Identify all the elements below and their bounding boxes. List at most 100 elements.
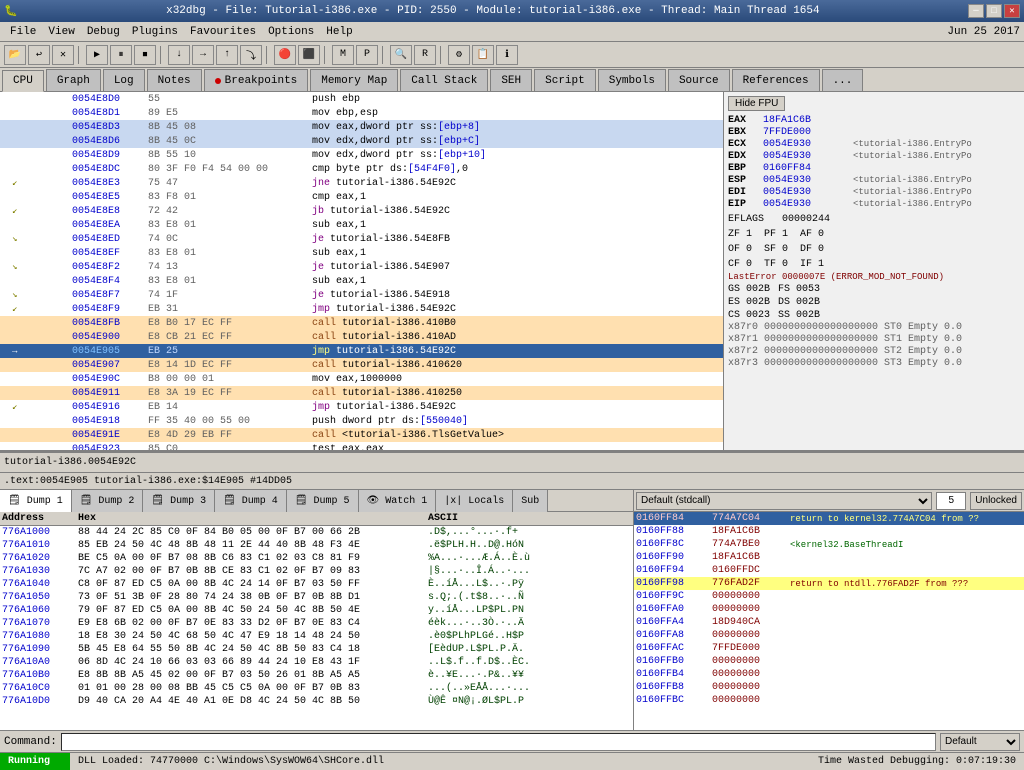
dump-tab-sub[interactable]: Sub: [513, 490, 548, 512]
disasm-row: 0054E900 E8 CB 21 EC FF call tutorial-i3…: [0, 330, 723, 344]
toolbar-step-into[interactable]: ↓: [168, 45, 190, 65]
menu-view[interactable]: View: [42, 24, 80, 40]
toolbar-pause[interactable]: ⏸: [110, 45, 132, 65]
disasm-row: 0054E8EF 83 E8 01 sub eax,1: [0, 246, 723, 260]
toolbar-stop[interactable]: ⏹: [134, 45, 156, 65]
toolbar-run-to-cursor[interactable]: ⤵: [240, 45, 262, 65]
tab-references[interactable]: References: [732, 69, 820, 91]
toolbar-step-out[interactable]: ↑: [216, 45, 238, 65]
toolbar-search[interactable]: 🔍: [390, 45, 412, 65]
eflags-row: EFLAGS 00000244: [728, 214, 1020, 225]
reg-eip: EIP 0054E930 <tutorial-i386.EntryPo: [728, 199, 1020, 210]
tab-memory-map[interactable]: Memory Map: [310, 69, 398, 91]
dump-tab-1[interactable]: 🗒 Dump 1: [0, 490, 72, 512]
disasm-row: 0054E8EA 83 E8 01 sub eax,1: [0, 218, 723, 232]
x87r2: x87r2 0000000000000000000 ST2 Empty 0.0: [728, 346, 1020, 357]
dump-row: 776A1070 E9 E8 6B 02 00 0F B7 0E 83 33 D…: [0, 617, 633, 630]
status-message: DLL Loaded: 74770000 C:\Windows\SysWOW64…: [70, 756, 810, 767]
tab-call-stack[interactable]: Call Stack: [400, 69, 488, 91]
toolbar-bp[interactable]: 🔴: [274, 45, 296, 65]
dump-tab-5[interactable]: 🗒 Dump 5: [287, 490, 359, 512]
tab-more[interactable]: ...: [822, 69, 864, 91]
minimize-button[interactable]: ─: [968, 4, 984, 18]
dump-tab-4[interactable]: 🗒 Dump 4: [215, 490, 287, 512]
last-error: LastError 0000007E (ERROR_MOD_NOT_FOUND): [728, 272, 1020, 282]
dump-tab-watch1[interactable]: 👁 Watch 1: [359, 490, 437, 512]
disasm-row: 0054E8D1 89 E5 mov ebp,esp: [0, 106, 723, 120]
close-button[interactable]: ✕: [1004, 4, 1020, 18]
tabs: CPU Graph Log Notes Breakpoints Memory M…: [0, 68, 1024, 92]
menubar: File View Debug Plugins Favourites Optio…: [0, 22, 1024, 42]
disasm-row: 0054E8D3 8B 45 08 mov eax,dword ptr ss:[…: [0, 120, 723, 134]
dump-tab-locals[interactable]: |x| Locals: [436, 490, 513, 512]
disasm-row: ↙ 0054E916 EB 14 jmp tutorial-i386.54E92…: [0, 400, 723, 414]
stack-row-selected: 0160FF84 774A7C04 return to kernel32.774…: [634, 512, 1024, 525]
command-input[interactable]: [61, 733, 936, 751]
tab-log[interactable]: Log: [103, 69, 145, 91]
stack-row: 0160FF90 18FA1C6B: [634, 551, 1024, 564]
toolbar-hw-bp[interactable]: ⬛: [298, 45, 320, 65]
reg-edi: EDI 0054E930 <tutorial-i386.EntryPo: [728, 187, 1020, 198]
disasm-row: 0054E90C B8 00 00 01 mov eax,1000000: [0, 372, 723, 386]
menu-debug[interactable]: Debug: [81, 24, 126, 40]
dump-content[interactable]: Address Hex ASCII 776A1000 88 44 24 2C 8…: [0, 512, 633, 730]
maximize-button[interactable]: □: [986, 4, 1002, 18]
sep4: [324, 46, 328, 64]
menu-help[interactable]: Help: [320, 24, 358, 40]
dump-tab-2[interactable]: 🗒 Dump 2: [72, 490, 144, 512]
stack-row: 0160FFA8 00000000: [634, 629, 1024, 642]
dump-tab-3[interactable]: 🗒 Dump 3: [143, 490, 215, 512]
menu-plugins[interactable]: Plugins: [126, 24, 184, 40]
dump-row: 776A10C0 01 01 00 28 00 08 BB 45 C5 C5 0…: [0, 682, 633, 695]
stack-row-highlight: 0160FF98 776FAD2F return to ntdll.776FAD…: [634, 577, 1024, 590]
disasm-row: 0054E8F4 83 E8 01 sub eax,1: [0, 274, 723, 288]
disasm-row: 0054E8D0 55 push ebp: [0, 92, 723, 106]
toolbar-run[interactable]: ▶: [86, 45, 108, 65]
toolbar-about[interactable]: ℹ: [496, 45, 518, 65]
dump-row: 776A1040 C8 0F 87 ED C5 0A 00 8B 4C 24 1…: [0, 578, 633, 591]
tab-source[interactable]: Source: [668, 69, 730, 91]
dump-panel: 🗒 Dump 1 🗒 Dump 2 🗒 Dump 3 🗒 Dump 4 🗒 Du…: [0, 490, 634, 730]
disasm-row-selected: → 0054E905 EB 25 jmp tutorial-i386.54E92…: [0, 344, 723, 358]
toolbar-mem[interactable]: M: [332, 45, 354, 65]
toolbar-open[interactable]: 📂: [4, 45, 26, 65]
tab-breakpoints[interactable]: Breakpoints: [204, 69, 309, 91]
toolbar-restart[interactable]: ↩: [28, 45, 50, 65]
toolbar-patch[interactable]: P: [356, 45, 378, 65]
disasm-row: 0054E923 85 C0 test eax,eax: [0, 442, 723, 450]
menu-file[interactable]: File: [4, 24, 42, 40]
toolbar: 📂 ↩ ✕ ▶ ⏸ ⏹ ↓ → ↑ ⤵ 🔴 ⬛ M P 🔍 R ⚙ 📋 ℹ: [0, 42, 1024, 68]
menu-favourites[interactable]: Favourites: [184, 24, 262, 40]
reg-edx: EDX 0054E930 <tutorial-i386.EntryPo: [728, 151, 1020, 162]
toolbar-settings[interactable]: ⚙: [448, 45, 470, 65]
tab-symbols[interactable]: Symbols: [598, 69, 666, 91]
tab-graph[interactable]: Graph: [46, 69, 101, 91]
stack-row: 0160FF9C 00000000: [634, 590, 1024, 603]
stack-num-input[interactable]: [936, 492, 966, 510]
toolbar-log[interactable]: 📋: [472, 45, 494, 65]
stack-unlock-button[interactable]: Unlocked: [970, 492, 1022, 510]
stack-row: 0160FF94 0160FFDC: [634, 564, 1024, 577]
main: 0054E8D0 55 push ebp 0054E8D1 89 E5 mov …: [0, 92, 1024, 730]
tab-script[interactable]: Script: [534, 69, 596, 91]
command-dropdown[interactable]: Default: [940, 733, 1020, 751]
toolbar-refs[interactable]: R: [414, 45, 436, 65]
toolbar-close[interactable]: ✕: [52, 45, 74, 65]
sep5: [382, 46, 386, 64]
hide-fpu-button[interactable]: Hide FPU: [728, 96, 785, 111]
toolbar-step-over[interactable]: →: [192, 45, 214, 65]
stack-callconv-dropdown[interactable]: Default (stdcall): [636, 492, 932, 510]
stack-panel: Default (stdcall) Unlocked 0160FF84 774A…: [634, 490, 1024, 730]
stack-content[interactable]: 0160FF84 774A7C04 return to kernel32.774…: [634, 512, 1024, 730]
tab-cpu[interactable]: CPU: [2, 70, 44, 92]
menu-options[interactable]: Options: [262, 24, 320, 40]
dump-tabs: 🗒 Dump 1 🗒 Dump 2 🗒 Dump 3 🗒 Dump 4 🗒 Du…: [0, 490, 633, 512]
stack-row: 0160FFAC 7FFDE000: [634, 642, 1024, 655]
reg-esp: ESP 0054E930 <tutorial-i386.EntryPo: [728, 175, 1020, 186]
disasm-panel[interactable]: 0054E8D0 55 push ebp 0054E8D1 89 E5 mov …: [0, 92, 724, 450]
reg-eax: EAX 18FA1C6B: [728, 115, 1020, 126]
stack-row: 0160FF8C 774A7BE0 <kernel32.BaseThreadI: [634, 538, 1024, 551]
seg-gs-fs: GS 002B FS 0053: [728, 284, 1020, 295]
tab-seh[interactable]: SEH: [490, 69, 532, 91]
tab-notes[interactable]: Notes: [147, 69, 202, 91]
